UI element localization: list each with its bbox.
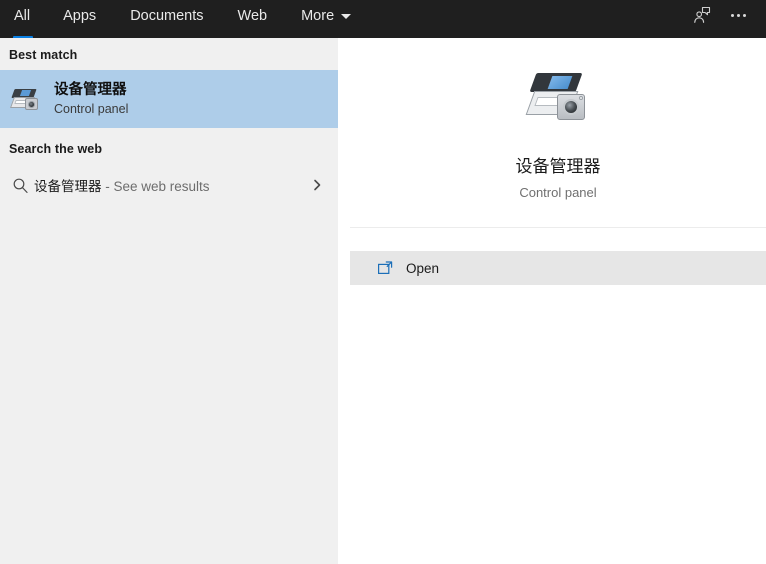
tab-more[interactable]: More xyxy=(284,1,368,31)
search-results-panel: Best match 设备管理器 Control panel Search th… xyxy=(0,38,338,564)
open-action-label: Open xyxy=(406,260,440,276)
preview-actions-spacer xyxy=(350,228,766,251)
best-match-header: Best match xyxy=(9,48,78,62)
tab-apps[interactable]: Apps xyxy=(46,1,113,31)
open-action-button[interactable]: Open xyxy=(350,251,766,285)
chevron-down-icon xyxy=(341,13,352,19)
best-match-title: 设备管理器 xyxy=(54,81,127,98)
preview-card: 设备管理器 Control panel xyxy=(350,38,766,228)
search-icon xyxy=(6,177,34,194)
web-search-suffix: - See web results xyxy=(101,179,210,194)
tab-all[interactable]: All xyxy=(0,1,46,39)
feedback-button[interactable] xyxy=(684,0,720,30)
tab-more-label: More xyxy=(301,8,335,24)
search-the-web-header: Search the web xyxy=(9,142,103,156)
more-options-button[interactable] xyxy=(720,0,756,30)
best-match-result-text: 设备管理器 Control panel xyxy=(54,81,128,118)
web-search-query: 设备管理器 xyxy=(34,179,102,194)
tab-documents-label: Documents xyxy=(130,8,204,24)
web-search-result-item[interactable]: 设备管理器 - See web results xyxy=(0,164,338,206)
device-manager-icon xyxy=(9,83,41,115)
preview-panel: 设备管理器 Control panel Open xyxy=(350,38,766,564)
preview-subtitle: Control panel xyxy=(519,185,597,200)
tab-web[interactable]: Web xyxy=(221,1,285,31)
tab-apps-label: Apps xyxy=(63,8,97,24)
search-filter-tabs: All Apps Documents Web More xyxy=(0,0,368,39)
device-manager-icon xyxy=(525,64,591,130)
preview-title: 设备管理器 xyxy=(515,157,601,176)
tab-web-label: Web xyxy=(237,8,268,24)
best-match-result-item[interactable]: 设备管理器 Control panel xyxy=(0,70,338,128)
topbar-actions xyxy=(684,0,766,30)
open-in-window-icon xyxy=(372,260,398,277)
chevron-right-icon[interactable] xyxy=(306,178,328,192)
person-feedback-icon xyxy=(694,6,711,23)
tab-documents[interactable]: Documents xyxy=(113,1,220,31)
web-search-label: 设备管理器 - See web results xyxy=(34,175,306,195)
tab-all-label: All xyxy=(14,8,31,24)
more-options-icon xyxy=(730,13,746,17)
search-top-navigation-bar: All Apps Documents Web More xyxy=(0,0,766,39)
best-match-subtitle: Control panel xyxy=(54,101,129,116)
